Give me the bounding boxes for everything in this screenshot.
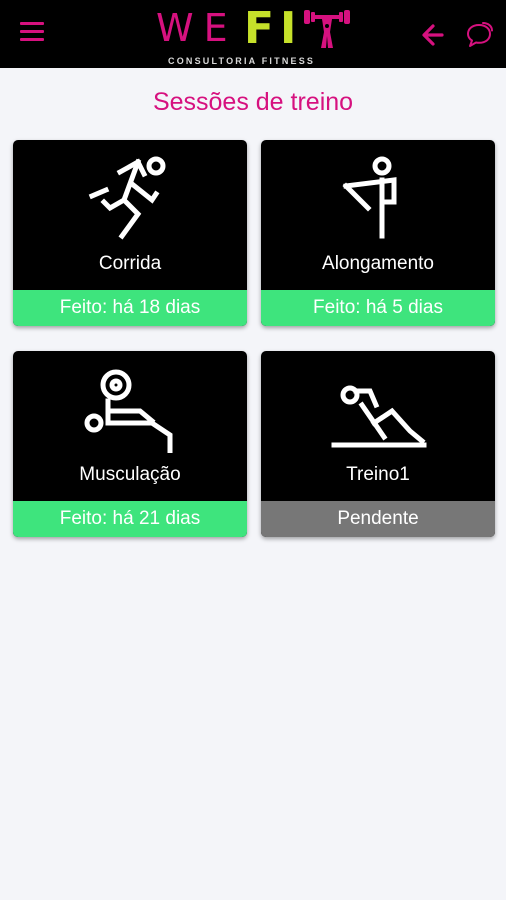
back-button[interactable]	[420, 22, 446, 48]
logo-subtitle: CONSULTORIA FITNESS	[168, 56, 316, 66]
session-card-treino1[interactable]: Treino1 Pendente	[261, 351, 495, 537]
app-header: WE FI CONSULTORIA FITNESS	[0, 0, 506, 68]
session-status: Feito: há 18 dias	[13, 290, 247, 326]
session-status: Feito: há 21 dias	[13, 501, 247, 537]
menu-icon	[20, 22, 50, 41]
session-label: Alongamento	[322, 253, 434, 274]
stretching-icon	[342, 156, 397, 239]
chat-button[interactable]	[464, 20, 494, 50]
chat-bubbles-icon	[467, 22, 493, 47]
logo-fi-text: FI	[244, 3, 303, 54]
session-card-corrida[interactable]: Corrida Feito: há 18 dias	[13, 140, 247, 326]
app-logo: WE FI CONSULTORIA FITNESS	[150, 0, 360, 68]
session-card-alongamento[interactable]: Alongamento Feito: há 5 dias	[261, 140, 495, 326]
menu-button[interactable]	[20, 22, 50, 48]
logo-we-text: WE	[156, 6, 238, 50]
session-card-musculacao[interactable]: Musculação Feito: há 21 dias	[13, 351, 247, 537]
session-label: Treino1	[346, 464, 410, 485]
running-icon	[88, 156, 166, 240]
session-status: Feito: há 5 dias	[261, 290, 495, 326]
session-status: Pendente	[261, 501, 495, 537]
session-label: Musculação	[79, 464, 181, 485]
situp-icon	[331, 385, 427, 448]
session-label: Corrida	[98, 253, 162, 274]
weightlifting-icon	[84, 369, 173, 453]
page-title: Sessões de treino	[152, 88, 354, 116]
arrow-left-icon	[422, 24, 444, 46]
dumbbell-figure-icon	[304, 10, 350, 48]
